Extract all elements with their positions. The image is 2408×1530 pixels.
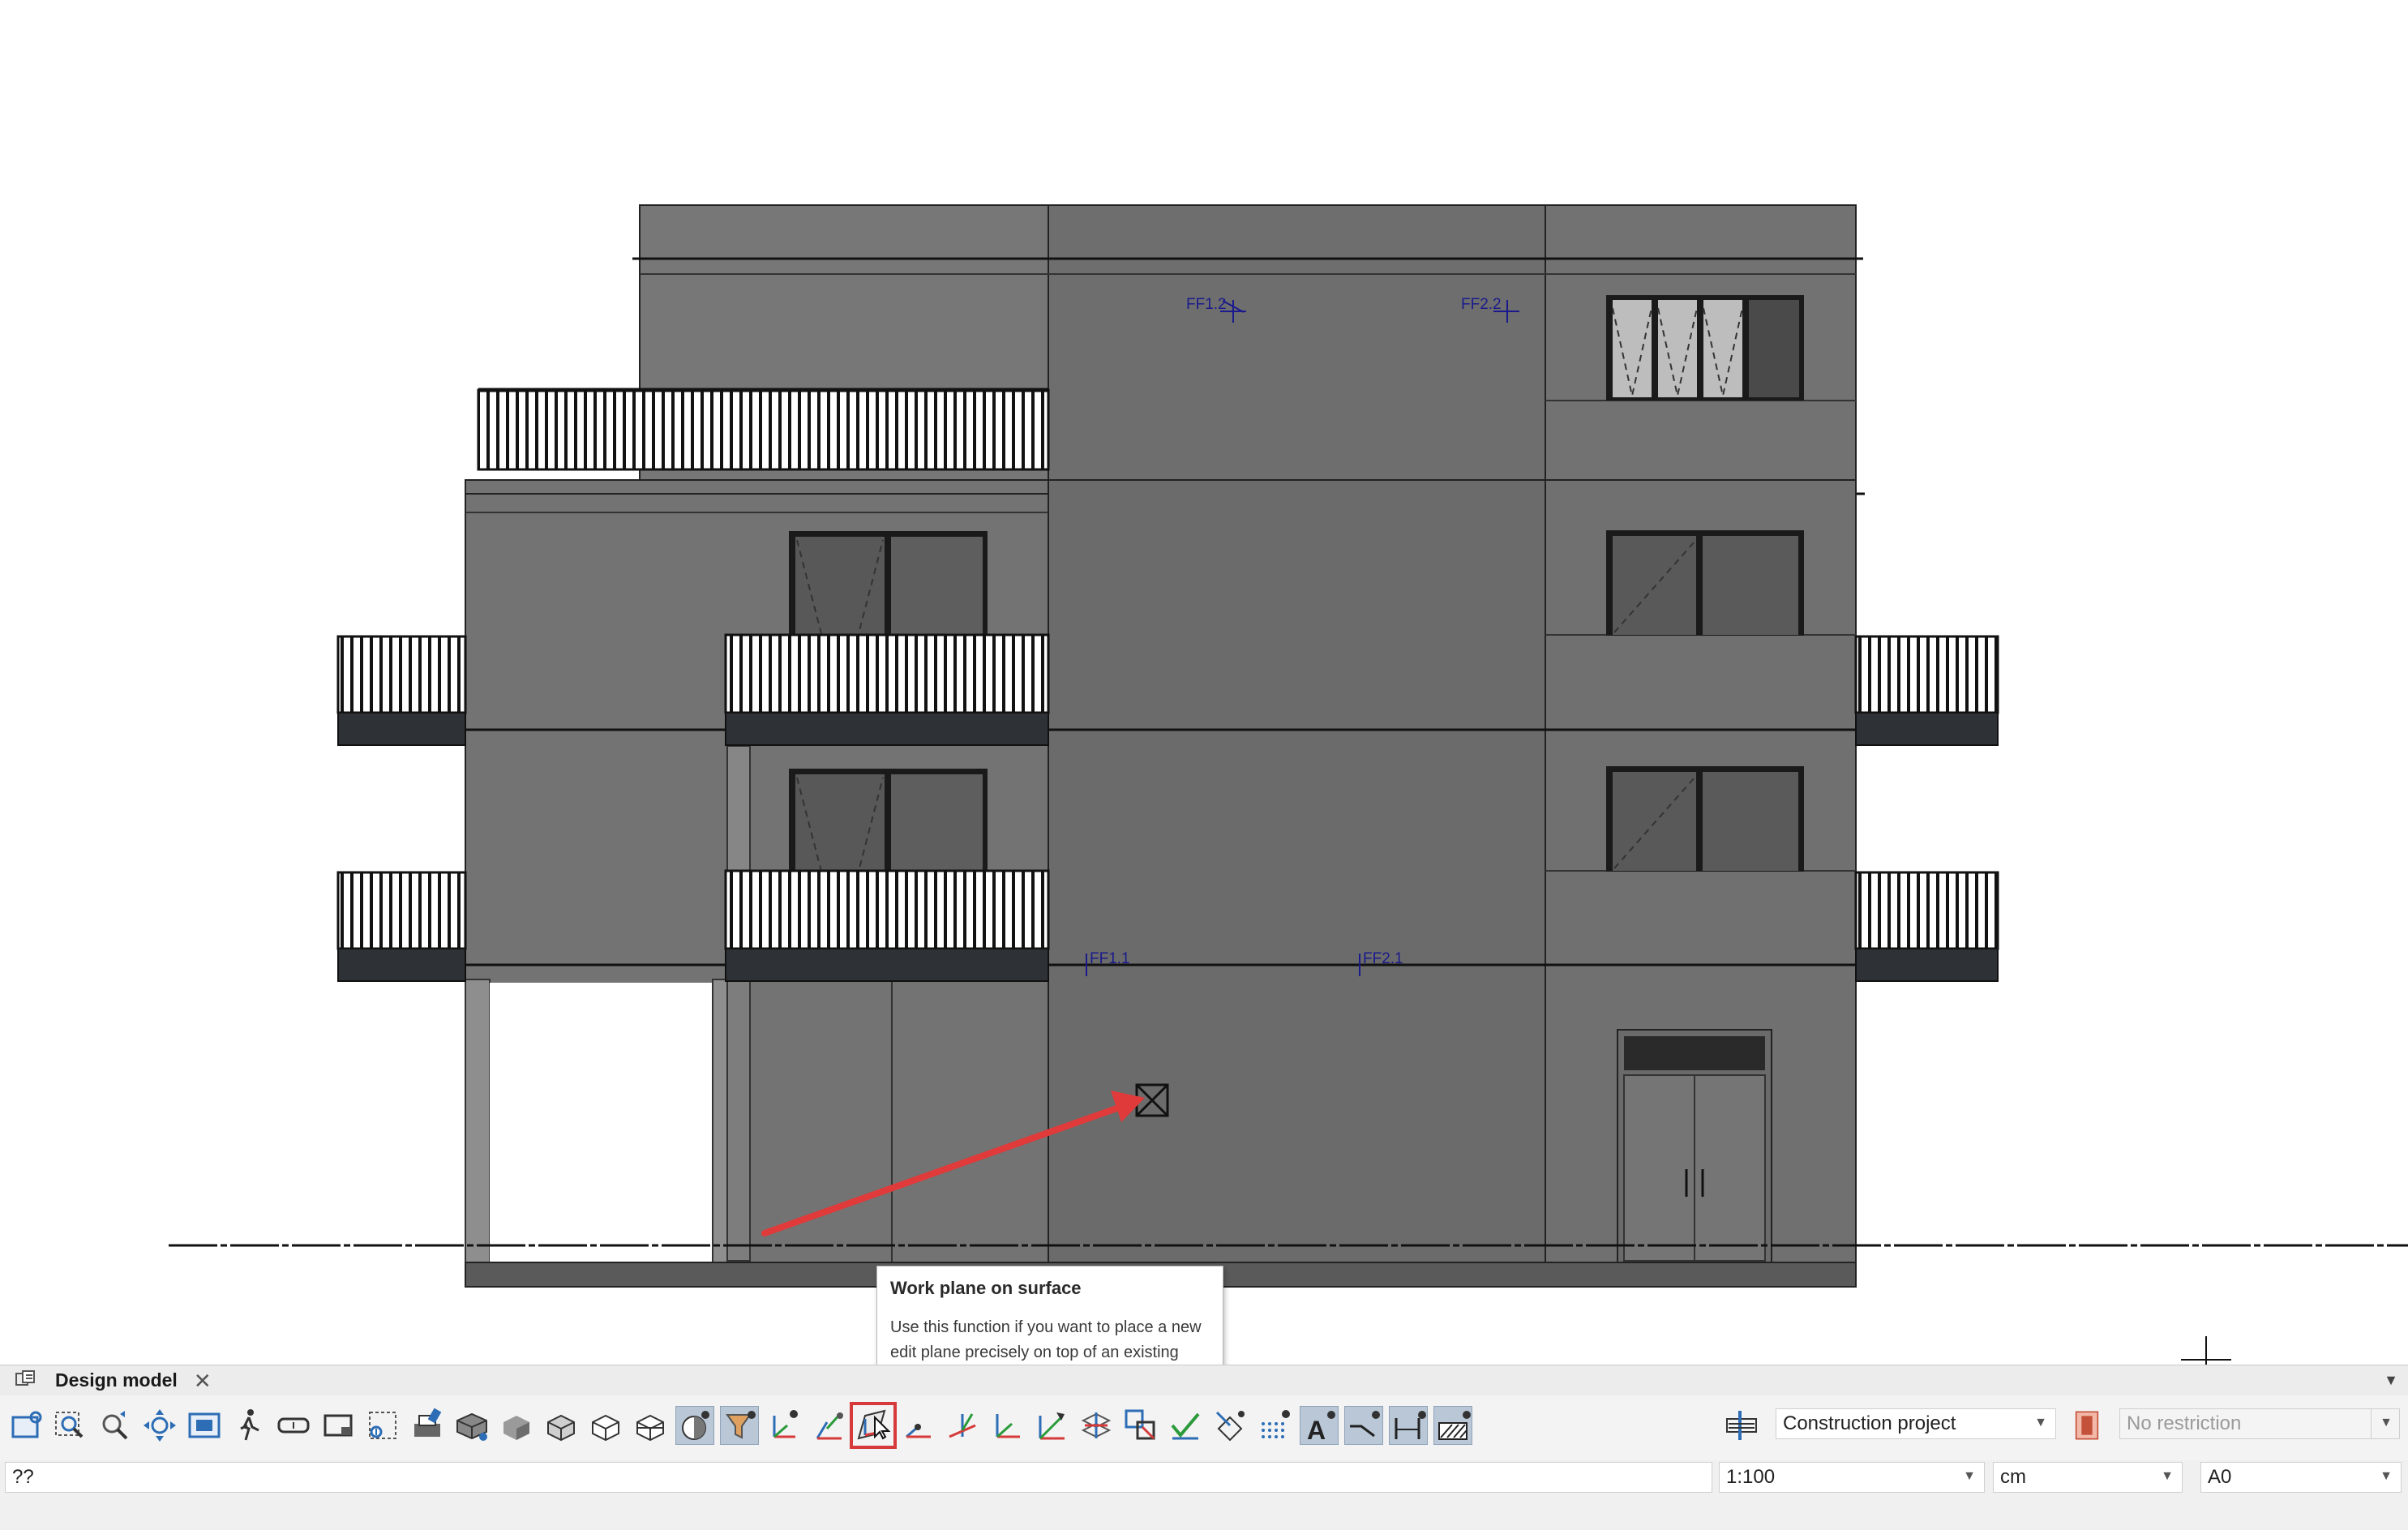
command-input-value: ?? bbox=[12, 1466, 34, 1488]
tab-label: Design model bbox=[55, 1369, 178, 1391]
dimension-display-button[interactable] bbox=[1389, 1406, 1428, 1445]
chevron-down-icon[interactable]: ▼ bbox=[2384, 1372, 2398, 1389]
work-plane-xy-button[interactable] bbox=[988, 1406, 1026, 1445]
chevron-down-icon: ▼ bbox=[2161, 1469, 2174, 1483]
work-plane-on-surface-button[interactable] bbox=[850, 1402, 897, 1449]
reset-work-plane-button[interactable] bbox=[1210, 1406, 1249, 1445]
scale-value: 1:100 bbox=[1726, 1466, 1776, 1488]
paper-size-select[interactable]: A0 ▼ bbox=[2200, 1462, 2402, 1493]
unit-value: cm bbox=[2000, 1466, 2026, 1488]
command-input[interactable]: ?? bbox=[5, 1462, 1712, 1493]
level-label-ff1-2: FF1.2 bbox=[1186, 296, 1227, 313]
sun-shading-button[interactable] bbox=[675, 1406, 714, 1445]
copy-work-plane-button[interactable] bbox=[1121, 1406, 1160, 1445]
chevron-down-icon: ▼ bbox=[2380, 1469, 2393, 1483]
walk-mode-button[interactable] bbox=[229, 1406, 268, 1445]
hatching-display-button[interactable] bbox=[1433, 1406, 1472, 1445]
level-label-ff2-2: FF2.2 bbox=[1461, 296, 1502, 313]
hidden-line-button[interactable] bbox=[452, 1406, 491, 1445]
chevron-down-icon: ▼ bbox=[2034, 1416, 2047, 1429]
filter-visibility-button[interactable] bbox=[720, 1406, 759, 1445]
tooltip-title: Work plane on surface bbox=[890, 1278, 1082, 1298]
hidden-wireframe-button[interactable] bbox=[631, 1406, 670, 1445]
clipping-path-button[interactable] bbox=[363, 1406, 402, 1445]
work-plane-point-button[interactable] bbox=[898, 1406, 937, 1445]
chevron-down-icon: ▼ bbox=[2380, 1416, 2393, 1429]
wireframe-button[interactable] bbox=[586, 1406, 625, 1445]
status-bar: ?? 1:100 ▼ cm ▼ A0 ▼ bbox=[0, 1460, 2408, 1530]
tab-design-model[interactable]: Design model ✕ bbox=[8, 1365, 223, 1395]
print-preview-button[interactable] bbox=[408, 1406, 447, 1445]
paper-size-value: A0 bbox=[2208, 1466, 2232, 1488]
model-tab-icon bbox=[15, 1370, 35, 1386]
zoom-all-button[interactable] bbox=[185, 1406, 224, 1445]
level-label-ff1-1: FF1.1 bbox=[1090, 950, 1130, 967]
pan-view-button[interactable] bbox=[140, 1406, 179, 1445]
svg-text:A: A bbox=[1307, 1416, 1326, 1445]
work-plane-three-points-button[interactable] bbox=[943, 1406, 982, 1445]
dotted-grid-button[interactable] bbox=[1255, 1406, 1294, 1445]
project-structure-select[interactable]: Construction project ▼ bbox=[1776, 1408, 2056, 1439]
project-structure-value: Construction project bbox=[1783, 1412, 1956, 1434]
shaded-view-button[interactable] bbox=[497, 1406, 536, 1445]
confirm-work-plane-button[interactable] bbox=[1166, 1406, 1205, 1445]
restriction-select[interactable]: No restriction bbox=[2119, 1408, 2387, 1439]
level-label-ff2-1: FF2.1 bbox=[1363, 950, 1403, 967]
wireframe-solid-button[interactable] bbox=[542, 1406, 581, 1445]
document-tab-strip: Design model ✕ ▼ bbox=[0, 1365, 2408, 1395]
restriction-value: No restriction bbox=[2127, 1412, 2242, 1434]
line-display-button[interactable] bbox=[1344, 1406, 1383, 1445]
layer-restriction-icon[interactable] bbox=[2071, 1409, 2103, 1442]
chevron-down-icon: ▼ bbox=[1963, 1469, 1976, 1483]
zoom-area-button[interactable] bbox=[51, 1406, 90, 1445]
axis-standard-button[interactable] bbox=[765, 1406, 803, 1445]
window-zoom-button[interactable] bbox=[6, 1406, 45, 1445]
drawing-viewport[interactable]: FF1.2 FF2.2 FF1.1 FF2.1 bbox=[0, 0, 2408, 1365]
work-plane-grid-button[interactable] bbox=[1077, 1406, 1116, 1445]
section-view-button[interactable] bbox=[319, 1406, 358, 1445]
view-toolbar: A Construction project ▼ No restriction … bbox=[0, 1395, 2408, 1460]
window-top-right bbox=[1606, 295, 1804, 401]
roof-railing bbox=[477, 388, 1050, 471]
work-plane-vertical-button[interactable] bbox=[809, 1406, 848, 1445]
tab-close-icon[interactable]: ✕ bbox=[194, 1370, 212, 1391]
entrance-door bbox=[1617, 1029, 1772, 1263]
work-plane-rotate-button[interactable] bbox=[1032, 1406, 1071, 1445]
unit-select[interactable]: cm ▼ bbox=[1993, 1462, 2183, 1493]
vr-glasses-button[interactable] bbox=[274, 1406, 313, 1445]
text-display-button[interactable]: A bbox=[1300, 1406, 1339, 1445]
drawing-structure-icon[interactable] bbox=[1722, 1406, 1761, 1445]
zoom-previous-button[interactable] bbox=[96, 1406, 135, 1445]
restriction-dropdown-button[interactable]: ▼ bbox=[2371, 1408, 2400, 1439]
scale-select[interactable]: 1:100 ▼ bbox=[1719, 1462, 1985, 1493]
elevation-drawing: FF1.2 FF2.2 FF1.1 FF2.1 bbox=[169, 204, 2408, 1365]
